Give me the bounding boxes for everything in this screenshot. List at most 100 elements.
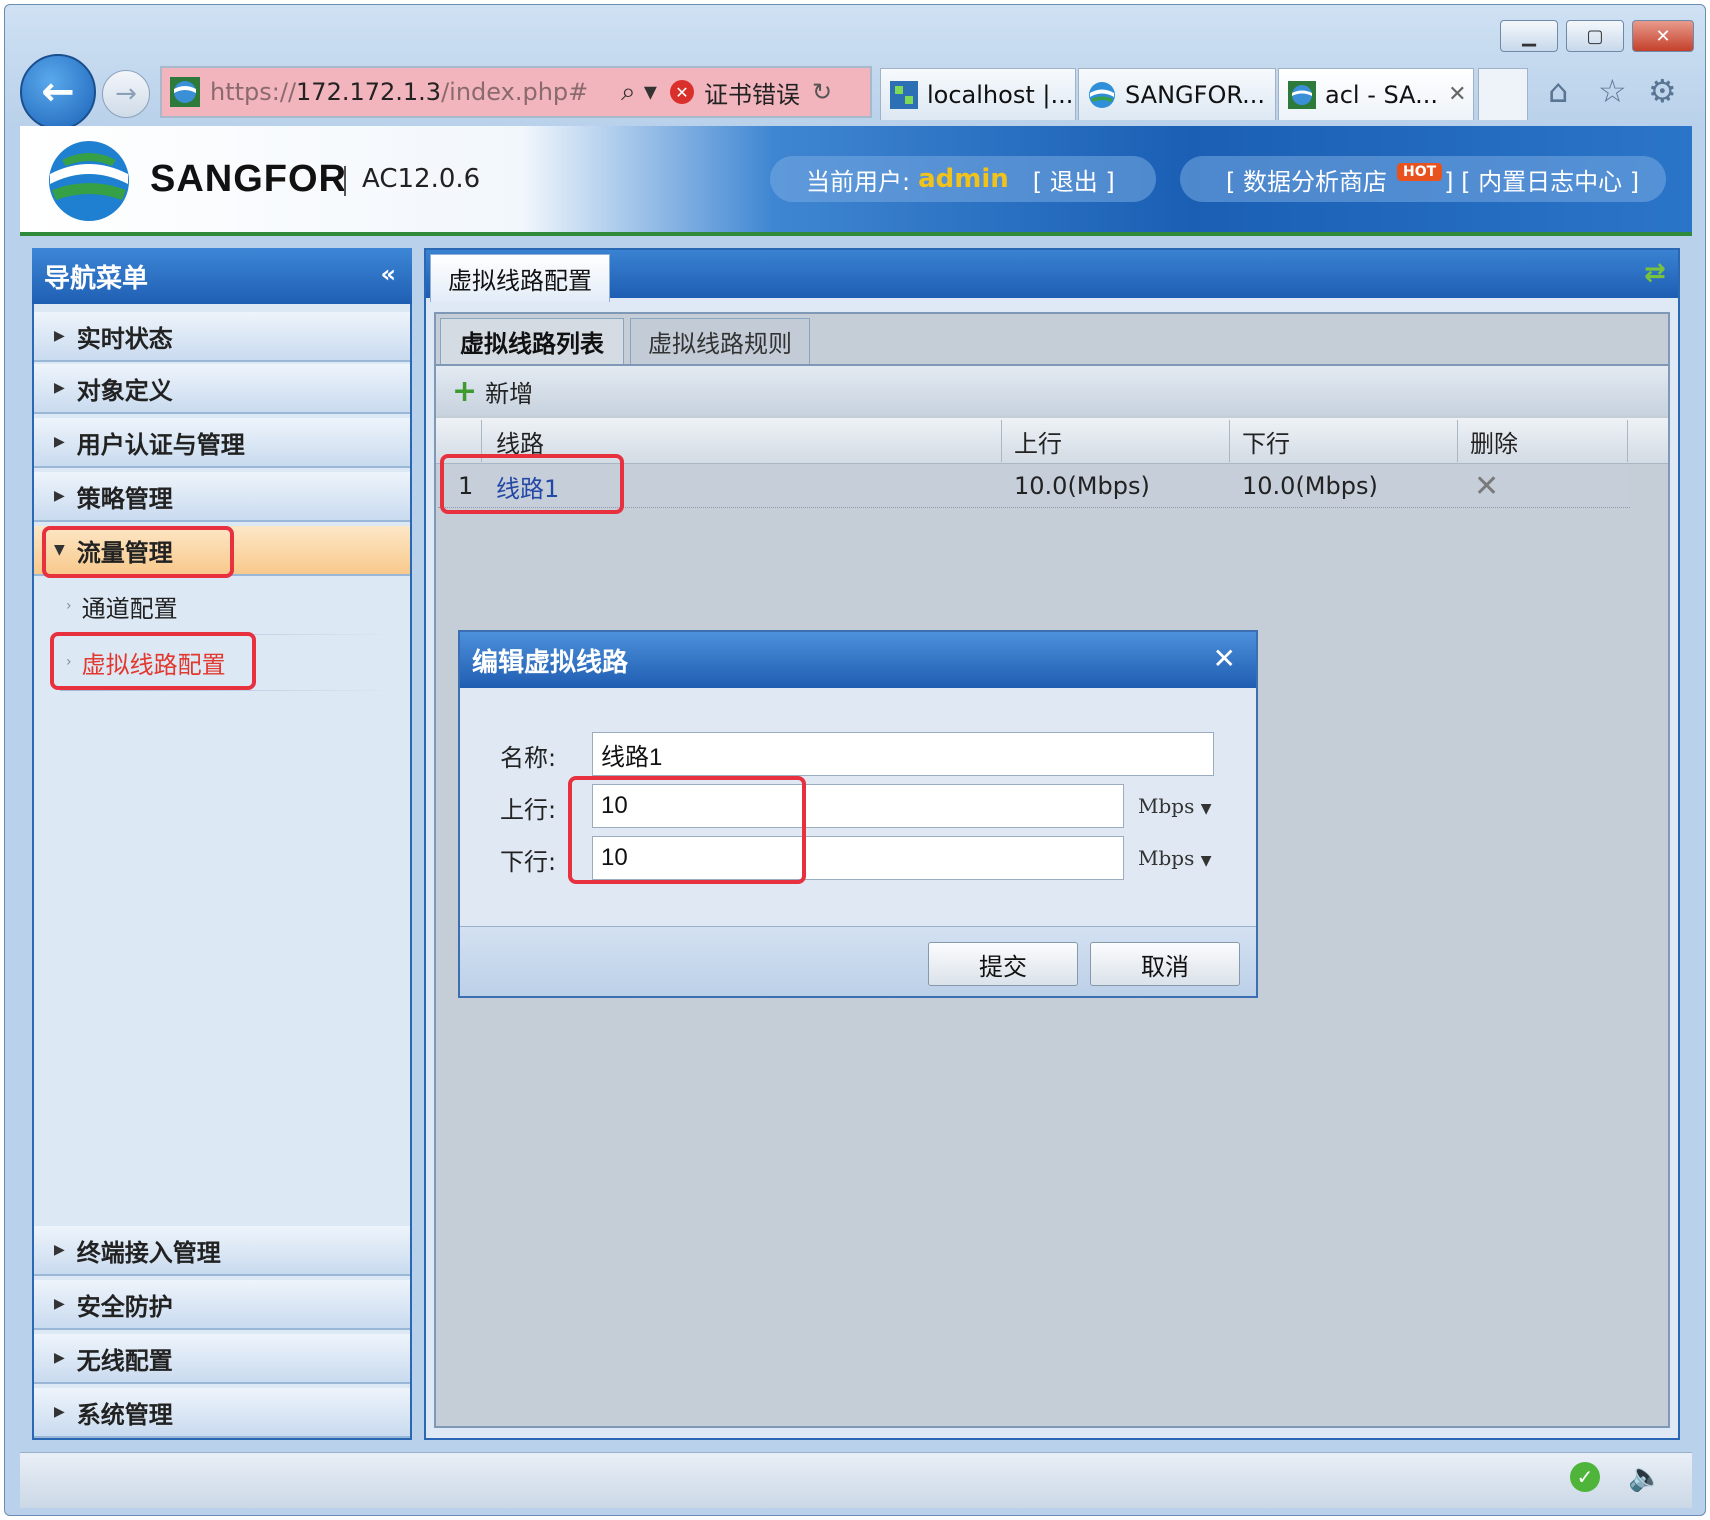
add-button[interactable]: + 新增 (452, 374, 533, 409)
sub-item-channel-config[interactable]: › 通道配置 (66, 586, 178, 626)
line-up-value: 10.0(Mbps) (1014, 472, 1150, 500)
localhost-favicon-icon (890, 80, 918, 109)
brand-divider (344, 166, 346, 196)
dialog-title-bar[interactable]: 编辑虚拟线路 ✕ (460, 632, 1256, 688)
tab-label: acl - SA... (1325, 80, 1439, 109)
sangfor-favicon-icon (1089, 81, 1115, 108)
nav-item-wireless[interactable]: ▶ 无线配置 (34, 1334, 410, 1384)
minimize-icon: ▁ (1522, 25, 1536, 47)
maximize-button[interactable]: ▢ (1566, 20, 1624, 52)
star-icon[interactable]: ☆ (1598, 72, 1627, 110)
minimize-button[interactable]: ▁ (1500, 20, 1558, 52)
subtab-line-rules[interactable]: 虚拟线路规则 (630, 318, 810, 364)
nav-item-policy[interactable]: ▶ 策略管理 (34, 472, 410, 522)
nav-item-label: 终端接入管理 (76, 1238, 221, 1267)
nav-item-security[interactable]: ▶ 安全防护 (34, 1280, 410, 1330)
forward-button[interactable]: → (102, 70, 150, 118)
url-text: https://172.172.1.3/index.php# (210, 78, 589, 106)
subtab-line-list[interactable]: 虚拟线路列表 (440, 318, 624, 364)
browser-tab-sangfor[interactable]: SANGFOR... (1078, 68, 1276, 120)
tab-close-icon[interactable]: ✕ (1448, 82, 1466, 107)
speaker-icon[interactable]: 🔈 (1628, 1460, 1663, 1493)
address-bar[interactable]: https://172.172.1.3/index.php# ⌕ ▾ ✕ 证书错… (160, 66, 872, 118)
name-input[interactable] (592, 732, 1214, 776)
back-arrow-icon: ← (41, 69, 75, 115)
back-button[interactable]: ← (20, 54, 96, 130)
expand-triangle-icon: ▶ (54, 1242, 65, 1258)
header-links: [ 数据分析商店 HOT ] [ 内置日志中心 ] (1180, 156, 1666, 202)
nav-item-object-definition[interactable]: ▶ 对象定义 (34, 364, 410, 414)
dialog-title: 编辑虚拟线路 (472, 647, 629, 678)
annotation-box-nav (42, 526, 234, 578)
expand-triangle-icon: ▶ (54, 434, 65, 450)
expand-triangle-icon: ▶ (54, 1404, 65, 1420)
chevron-right-icon: › (66, 598, 72, 614)
collapse-icon[interactable]: « (380, 260, 396, 288)
expand-triangle-icon: ▶ (54, 328, 65, 344)
nav-item-label: 对象定义 (76, 376, 173, 405)
brand-name: SANGFOR (150, 158, 347, 200)
status-bar (20, 1452, 1692, 1508)
nav-item-label: 安全防护 (76, 1292, 173, 1321)
annotation-box-subitem (50, 632, 256, 690)
hot-badge: HOT (1397, 163, 1443, 181)
nav-item-label: 系统管理 (76, 1400, 173, 1429)
search-icon[interactable]: ⌕ ▾ (614, 77, 664, 108)
refresh-icon[interactable]: ↻ (812, 78, 832, 106)
current-user-label: 当前用户: (806, 167, 911, 196)
browser-tab-acl[interactable]: acl - SA... ✕ (1278, 68, 1474, 120)
nav-item-user-auth[interactable]: ▶ 用户认证与管理 (34, 418, 410, 468)
forward-arrow-icon: → (115, 79, 137, 109)
check-circle-icon: ✓ (1570, 1462, 1600, 1492)
nav-item-realtime-status[interactable]: ▶ 实时状态 (34, 312, 410, 362)
browser-tab-localhost[interactable]: localhost |... (880, 68, 1076, 120)
cert-error-icon: ✕ (670, 80, 694, 104)
submit-button[interactable]: 提交 (928, 942, 1078, 986)
down-unit-value: Mbps (1138, 846, 1195, 870)
expand-triangle-icon: ▶ (54, 1296, 65, 1312)
gear-icon[interactable]: ⚙ (1648, 72, 1677, 110)
line-down-value: 10.0(Mbps) (1242, 472, 1378, 500)
delete-icon[interactable]: ✕ (1474, 466, 1499, 506)
cert-error-label[interactable]: 证书错误 (704, 75, 800, 110)
expand-triangle-icon: ▶ (54, 380, 65, 396)
nav-item-label: 用户认证与管理 (76, 430, 245, 459)
acl-favicon-icon (1288, 80, 1316, 109)
refresh-icon[interactable]: ⇄ (1644, 258, 1666, 288)
nav-item-terminal-access[interactable]: ▶ 终端接入管理 (34, 1226, 410, 1276)
down-unit-select[interactable]: Mbps ▼ (1138, 846, 1212, 870)
column-header-delete: 删除 (1458, 420, 1628, 462)
tab-label: SANGFOR... (1125, 80, 1266, 109)
sidebar-header: 导航菜单 « (32, 248, 412, 304)
data-store-link[interactable]: [ 数据分析商店 (1226, 162, 1387, 197)
chevron-down-icon: ▼ (1200, 801, 1212, 817)
sidebar-title: 导航菜单 (44, 263, 149, 294)
annotation-box-inputs (568, 776, 806, 884)
home-icon[interactable]: ⌂ (1548, 72, 1568, 110)
chevron-down-icon: ▼ (1200, 853, 1212, 869)
log-center-link[interactable]: ] [ 内置日志中心 ] (1444, 162, 1639, 197)
column-header-up[interactable]: 上行 (1002, 420, 1230, 462)
close-window-button[interactable]: ✕ (1632, 20, 1694, 52)
main-tab-bar (426, 250, 1678, 298)
cancel-button[interactable]: 取消 (1090, 942, 1240, 986)
up-unit-select[interactable]: Mbps ▼ (1138, 794, 1212, 818)
tab-virtual-line-config[interactable]: 虚拟线路配置 (430, 254, 610, 302)
sangfor-logo-icon (49, 141, 129, 221)
close-icon: ✕ (1655, 25, 1671, 47)
product-version: AC12.0.6 (362, 164, 481, 194)
name-label: 名称: (500, 744, 557, 772)
nav-item-system[interactable]: ▶ 系统管理 (34, 1388, 410, 1438)
column-header-down[interactable]: 下行 (1230, 420, 1458, 462)
add-label: 新增 (485, 379, 534, 408)
expand-triangle-icon: ▶ (54, 488, 65, 504)
nav-item-label: 无线配置 (76, 1346, 173, 1375)
new-tab-button[interactable] (1478, 68, 1528, 120)
down-label: 下行: (500, 848, 557, 876)
expand-triangle-icon: ▶ (54, 1350, 65, 1366)
plus-icon: + (452, 373, 478, 409)
maximize-icon: ▢ (1586, 25, 1604, 47)
logout-link[interactable]: [ 退出 ] (1033, 162, 1115, 197)
nav-item-label: 实时状态 (76, 324, 173, 353)
close-icon[interactable]: ✕ (1213, 642, 1236, 675)
